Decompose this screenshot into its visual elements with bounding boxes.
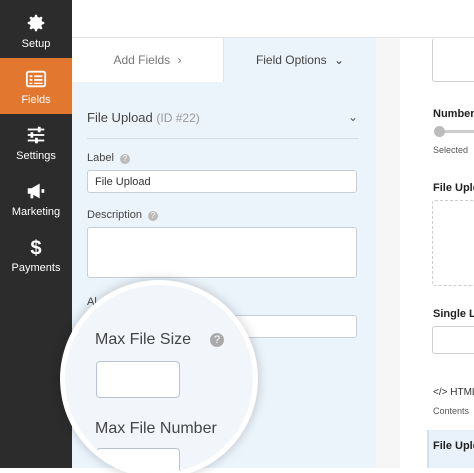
tab-label: Add Fields [113,53,171,67]
panel-tabs: Add Fields › Field Options ⌄ [72,38,376,82]
chevron-right-icon: › [177,53,182,67]
chevron-down-icon: ⌄ [333,53,345,67]
field-id: (ID #22) [156,111,200,125]
description-field-label: Description? [87,209,159,221]
max-file-size-input[interactable] [96,361,180,398]
sidebar-item-label: Payments [11,262,61,274]
tab-label: Field Options [255,53,327,67]
help-icon[interactable]: ? [119,154,130,164]
collapse-chevron-icon[interactable]: ⌄ [348,110,358,124]
sidebar-item-fields[interactable]: Fields [0,58,72,114]
panel-gutter [376,38,400,468]
builder-sidebar: Setup Fields Settings Marketing $ Paymen… [0,0,72,468]
sliders-icon [27,126,45,144]
sidebar-item-label: Settings [16,150,56,162]
tab-add-fields[interactable]: Add Fields › [72,38,224,82]
preview-number-label: Number [433,108,474,120]
preview-single-line-label: Single L [433,308,474,320]
tab-field-options[interactable]: Field Options ⌄ [224,38,376,82]
divider [87,138,359,139]
label-input[interactable]: File Upload [87,170,357,193]
code-icon: </> [433,387,448,398]
sidebar-item-label: Setup [21,38,51,50]
megaphone-icon [27,183,45,199]
preview-box [432,38,474,82]
max-file-number-label: Max File Number [95,420,217,437]
preview-html-label: </> HTML [433,387,474,398]
field-name: File Upload [87,110,153,125]
preview-slider[interactable] [434,126,474,137]
help-icon[interactable]: ? [210,333,224,347]
preview-file-upload-label: File Uple [433,182,474,194]
sidebar-item-marketing[interactable]: Marketing [0,170,72,226]
description-textarea[interactable] [87,227,357,278]
sidebar-item-payments[interactable]: $ Payments [0,226,72,282]
preview-contents-text: Contents [433,406,470,416]
sidebar-item-setup[interactable]: Setup [0,2,72,58]
slider-handle[interactable] [434,126,445,137]
field-title[interactable]: File Upload (ID #22) [87,110,200,125]
magnifier-callout: Max File Size ? Max File Number [65,285,253,473]
fields-list-icon [25,70,47,88]
preview-selected-text: Selected [433,145,469,155]
gear-icon [27,14,45,32]
sidebar-item-label: Marketing [11,206,61,218]
partial-field-label: Al [87,296,97,308]
help-icon[interactable]: ? [148,211,159,221]
dollar-icon: $ [30,237,41,258]
max-file-size-label: Max File Size [95,331,192,348]
builder-topbar [72,0,474,38]
sidebar-item-settings[interactable]: Settings [0,114,72,170]
label-field-label: Label? [87,152,130,164]
preview-dropzone[interactable] [432,200,474,286]
max-file-number-input[interactable] [96,448,180,473]
preview-file-upload-label-2: File Uple [433,440,474,452]
preview-single-line-input[interactable] [432,326,474,354]
sidebar-item-label: Fields [21,94,51,106]
svg-text:$: $ [30,237,41,258]
